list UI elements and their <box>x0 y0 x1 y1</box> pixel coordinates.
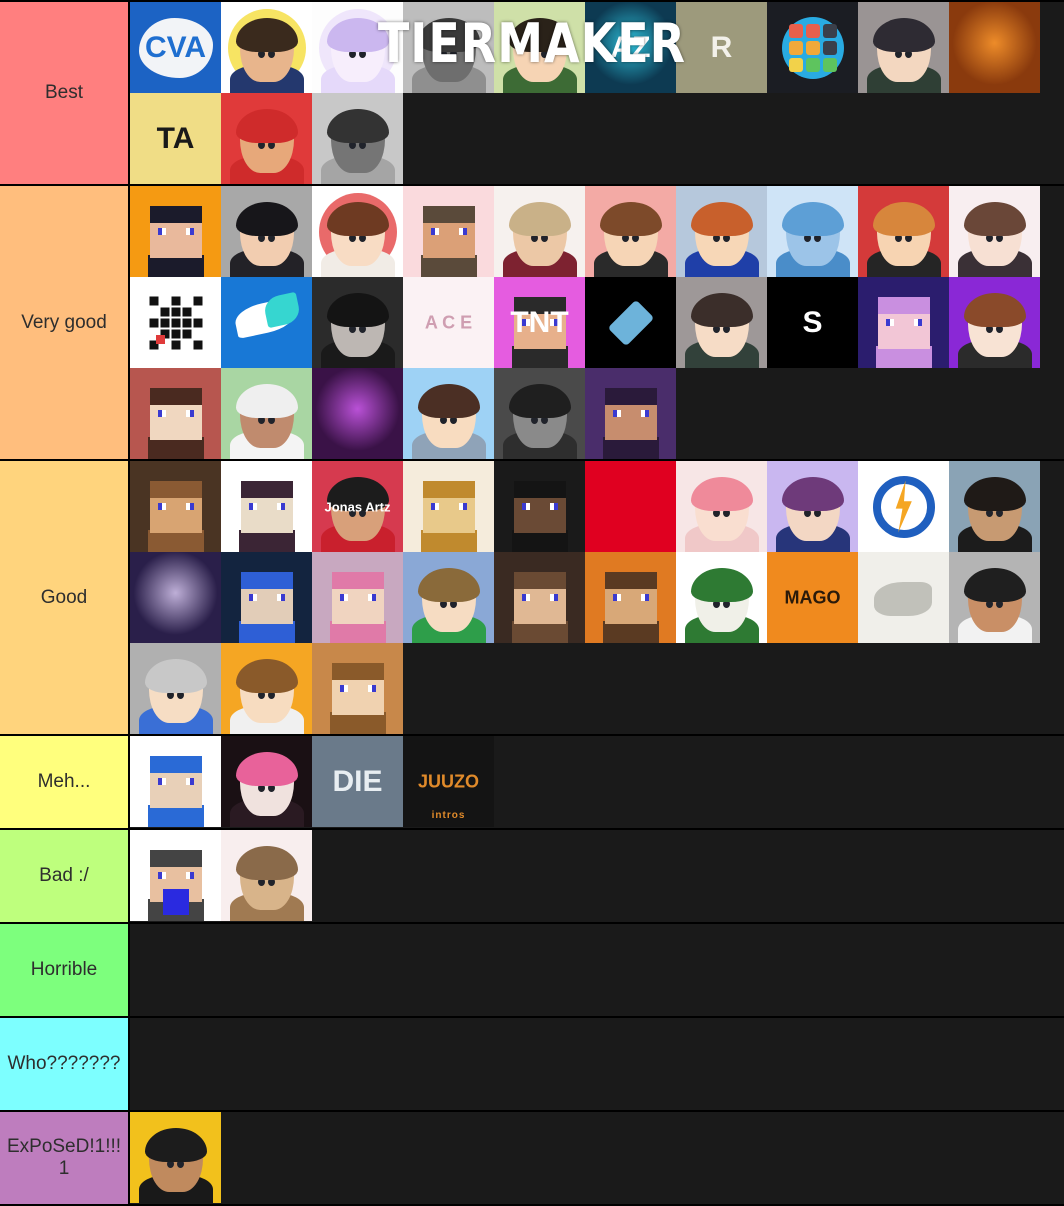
tier-row: Meh... DIE JUUZO intros <box>0 736 1064 830</box>
purple-mc-render[interactable] <box>858 277 949 368</box>
pink-ace-logo[interactable]: A C E <box>403 277 494 368</box>
bw-selfie-photo[interactable] <box>312 277 403 368</box>
black-cap-avatar[interactable] <box>949 552 1040 643</box>
juuzo-intros-logo[interactable]: JUUZO intros <box>403 736 494 827</box>
brown-hair-shy-avatar[interactable] <box>949 186 1040 277</box>
tnt-mc-avatar[interactable]: TNT <box>494 277 585 368</box>
blue-teal-swoosh-logo[interactable] <box>221 277 312 368</box>
tier-items-container[interactable] <box>130 1112 1064 1204</box>
purple-bg-glasses-anime[interactable] <box>767 461 858 552</box>
lake-black-shirt-photo[interactable] <box>949 461 1040 552</box>
white-purple-anime-avatar[interactable] <box>312 2 403 93</box>
blue-diamond-icon[interactable] <box>585 277 676 368</box>
tier-label-best[interactable]: Best <box>0 2 130 184</box>
blue-cap-chibi-avatar[interactable] <box>403 368 494 459</box>
orange-splatter-mc-skin[interactable] <box>130 186 221 277</box>
tier-items-container[interactable]: CVA AZ R TA <box>130 2 1064 184</box>
purple-neon-photo[interactable] <box>312 368 403 459</box>
golden-mc-render[interactable] <box>403 461 494 552</box>
tier-label-good[interactable]: Good <box>0 461 130 734</box>
cva-splatter-logo[interactable]: CVA <box>130 2 221 93</box>
pencil-sketch-photo[interactable] <box>858 552 949 643</box>
white-hair-green-bg-avatar[interactable] <box>221 368 312 459</box>
white-s-logo[interactable]: S <box>767 277 858 368</box>
blue-hoodie-ok-avatar[interactable] <box>676 186 767 277</box>
pink-bg-glasses-boy[interactable] <box>585 186 676 277</box>
tier-label-horrible[interactable]: Horrible <box>0 924 130 1016</box>
dark-mc-avatar[interactable] <box>494 461 585 552</box>
orange-explosion-banner[interactable] <box>949 2 1040 93</box>
tier-row: Who??????? <box>0 1018 1064 1112</box>
tier-label-very-good[interactable]: Very good <box>0 186 130 459</box>
tier-row: Horrible <box>0 924 1064 1018</box>
waving-green-anime-avatar[interactable] <box>494 2 585 93</box>
tier-row: Bad :/ <box>0 830 1064 924</box>
pixel-orange-mc[interactable] <box>312 643 403 734</box>
stone-rock-r-logo[interactable]: R <box>676 2 767 93</box>
bearded-mc-render[interactable] <box>585 552 676 643</box>
chibi-white-cap-avatar[interactable] <box>676 277 767 368</box>
jonas-artz-avatar[interactable]: Jonas Artz <box>312 461 403 552</box>
tier-label-exposed-1-1[interactable]: ExPoSeD!1!!!1 <box>0 1112 130 1204</box>
red-cap-anime-avatar[interactable] <box>858 186 949 277</box>
pixel-pink-mc-avatar[interactable] <box>312 552 403 643</box>
tier-label-meh[interactable]: Meh... <box>0 736 130 828</box>
chibi-cap-character[interactable] <box>858 2 949 93</box>
pink-hair-anime-avatar[interactable] <box>676 461 767 552</box>
blue-lightning-logo[interactable] <box>858 461 949 552</box>
tier-items-container[interactable] <box>130 830 1064 922</box>
mago-orange-logo[interactable]: MAGO <box>767 552 858 643</box>
tier-row: Best CVA AZ R TA TIERMAKER <box>0 2 1064 186</box>
grayscale-boy-photo-2[interactable] <box>312 93 403 184</box>
green-furry-avatar[interactable] <box>676 552 767 643</box>
tier-row: ExPoSeD!1!!!1 <box>0 1112 1064 1206</box>
red-bg-chibi-avatar[interactable] <box>312 186 403 277</box>
red-sneakers-logo[interactable] <box>585 461 676 552</box>
tier-row: Very good A C E TNT S <box>0 186 1064 461</box>
orange-cartoon-boy[interactable] <box>221 643 312 734</box>
pink-hair-anime-photo[interactable] <box>221 736 312 827</box>
pixel-checker-icon[interactable] <box>130 277 221 368</box>
white-hood-smirk-avatar[interactable] <box>221 186 312 277</box>
tier-row: Good Jonas Artz MAGO <box>0 461 1064 736</box>
rigby-raccoon-cartoon[interactable] <box>221 830 312 921</box>
yellow-bg-man-photo[interactable] <box>130 1112 221 1203</box>
bw-tongue-photo[interactable] <box>494 368 585 459</box>
hoodie-peace-avatar[interactable] <box>221 2 312 93</box>
tier-items-container[interactable] <box>130 1018 1064 1110</box>
blue-snow-robot-avatar[interactable] <box>767 186 858 277</box>
tier-label-who[interactable]: Who??????? <box>0 1018 130 1110</box>
gold-ta-logo[interactable]: TA <box>130 93 221 184</box>
crown-mc-avatar[interactable] <box>403 186 494 277</box>
tier-label-bad[interactable]: Bad :/ <box>0 830 130 922</box>
grayscale-boy-photo[interactable] <box>403 2 494 93</box>
mc-blue-render-youtube[interactable] <box>130 736 221 827</box>
blue-glow-gamer-photo[interactable]: AZ <box>585 2 676 93</box>
tier-list: Best CVA AZ R TA TIERMAKER Very good A C E TNT S G… <box>0 0 1064 1206</box>
brown-mc-duo-render[interactable] <box>130 461 221 552</box>
tier-items-container[interactable] <box>130 924 1064 1016</box>
red-fox-hoodie-avatar[interactable] <box>221 93 312 184</box>
blue-neon-mc-render[interactable] <box>221 552 312 643</box>
tier-items-container[interactable]: Jonas Artz MAGO <box>130 461 1064 734</box>
moon-night-render[interactable] <box>130 552 221 643</box>
blond-anime-red-jacket[interactable] <box>494 186 585 277</box>
mc-fist-render[interactable] <box>494 552 585 643</box>
blue-hoodie-cartoon[interactable] <box>130 643 221 734</box>
green-alien-pixel-character[interactable] <box>130 830 221 921</box>
die-globe-logo[interactable]: DIE <box>312 736 403 827</box>
green-hoodie-anime-boy[interactable] <box>403 552 494 643</box>
dark-mc-render[interactable] <box>585 368 676 459</box>
tier-items-container[interactable]: A C E TNT S <box>130 186 1064 459</box>
white-bg-mc-head[interactable] <box>221 461 312 552</box>
pixel-art-mc-closeup[interactable] <box>130 368 221 459</box>
tier-items-container[interactable]: DIE JUUZO intros <box>130 736 1064 828</box>
hush-anime-hoodie[interactable] <box>949 277 1040 368</box>
explore-grid-icon[interactable] <box>767 2 858 93</box>
